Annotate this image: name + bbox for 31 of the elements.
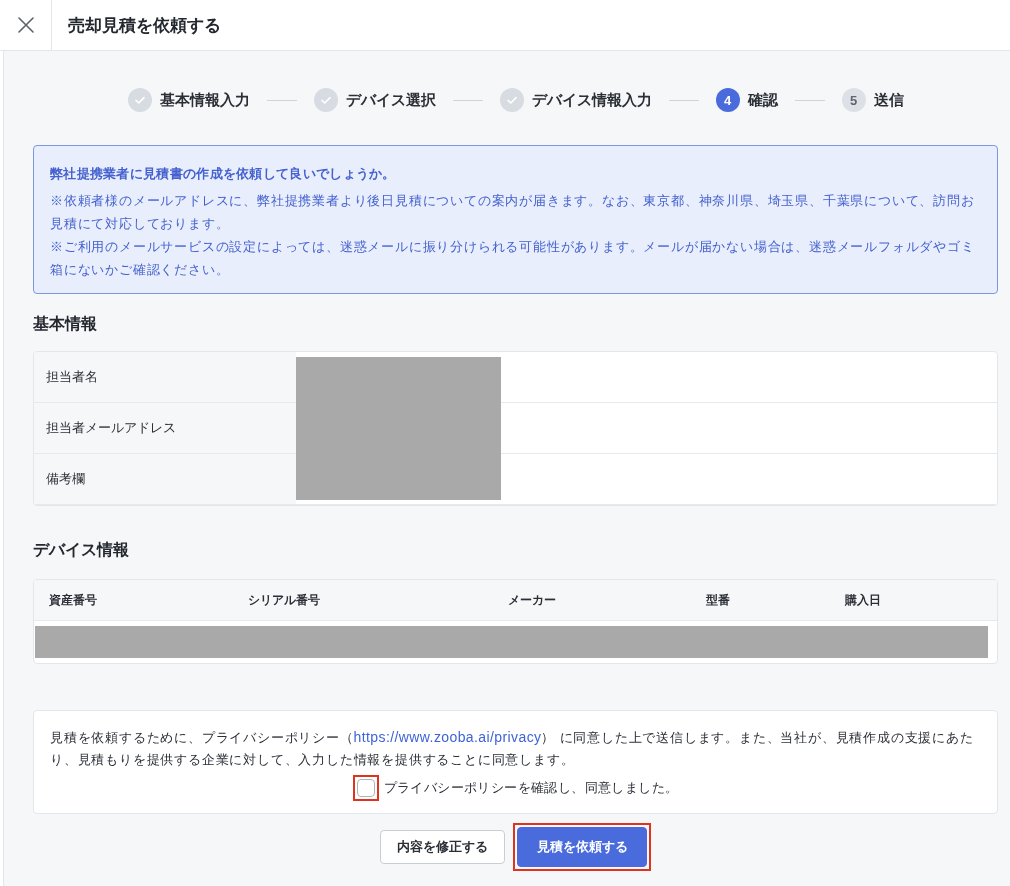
step-label: 確認 (747, 90, 778, 110)
step-connector (668, 99, 699, 101)
step-label: 基本情報入力 (159, 90, 250, 110)
step-label: デバイス選択 (345, 90, 436, 110)
column-header: シリアル番号 (247, 591, 321, 609)
field-label: 担当者名 (34, 352, 296, 402)
step-label: デバイス情報入力 (531, 90, 652, 110)
notice-title: 弊社提携業者に見積書の作成を依頼して良いでしょうか。 (50, 165, 397, 183)
step-label: 送信 (873, 90, 904, 110)
submit-button[interactable]: 見積を依頼する (517, 827, 647, 867)
consent-text: 見積を依頼するために、プライバシーポリシー（https://www.zooba.ai/privacy） に同意した上で送信します。また、当社が、見積作成の支援にあたり、見積もりを提供する企業に対して、入力した情報を提供することに同意します。 (50, 728, 975, 769)
close-icon (17, 17, 34, 33)
dialog-title: 売却見積を依頼する (68, 14, 221, 37)
privacy-link[interactable]: https://www.zooba.ai/privacy (353, 729, 542, 745)
step-number: 4 (715, 88, 740, 112)
section-heading: 基本情報 (33, 314, 98, 334)
step-connector (452, 99, 483, 101)
edit-button[interactable]: 内容を修正する (380, 830, 505, 864)
column-header: メーカー (507, 591, 557, 609)
column-header: 購入日 (844, 591, 882, 609)
notice-text: ※ご利用のメールサービスの設定によっては、迷惑メールに振り分けられる可能性があります。メールが届かない場合は、迷惑メールフォルダやゴミ箱にないかご確認ください。 (50, 238, 976, 279)
field-label: 担当者メールアドレス (34, 403, 296, 453)
notice-text: ※依頼者様のメールアドレスに、弊社提携業者より後日見積についての案内が届きます。なお、東京都、神奈川県、埼玉県、千葉県について、訪問お見積にて対応しております。 (50, 192, 976, 233)
step-connector (794, 99, 825, 101)
checkbox-label: プライバシーポリシーを確認し、同意しました。 (383, 779, 679, 797)
column-header: 型番 (705, 591, 731, 609)
column-header: 資産番号 (48, 591, 98, 609)
step-number: 5 (841, 88, 866, 112)
field-label: 備考欄 (34, 454, 296, 504)
section-heading: デバイス情報 (33, 540, 130, 560)
step-connector (266, 99, 297, 101)
